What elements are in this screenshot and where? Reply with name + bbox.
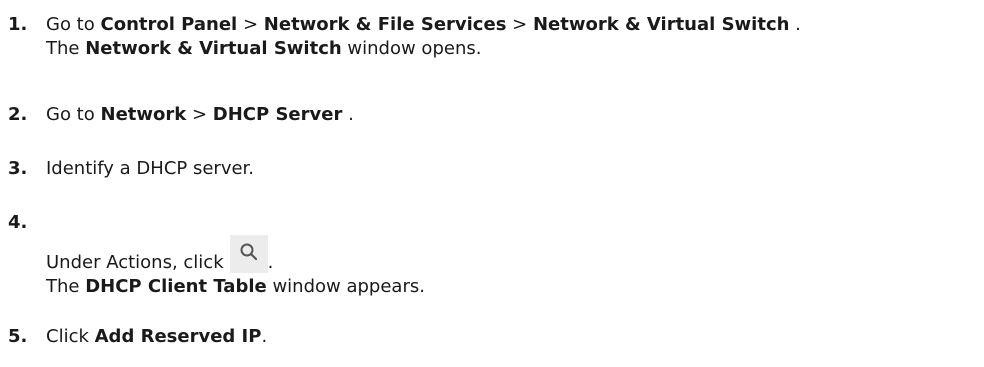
- step-5: 5. Click Add Reserved IP.: [8, 325, 980, 349]
- menu-path-network-virtual-switch: Network & Virtual Switch: [532, 14, 790, 35]
- step-4-instruction: Under Actions, click.: [46, 235, 980, 275]
- step-3: 3. Identify a DHCP server.: [8, 157, 980, 181]
- step-number: 5.: [8, 326, 28, 347]
- step-3-instruction: Identify a DHCP server.: [46, 158, 255, 179]
- menu-path-network: Network: [100, 104, 187, 125]
- window-name: DHCP Client Table: [85, 276, 267, 297]
- step-5-instruction: Click Add Reserved IP.: [46, 326, 268, 347]
- step-number: 4.: [8, 212, 28, 233]
- step-1-instruction: Go to Control Panel > Network & File Ser…: [46, 14, 801, 35]
- button-name-add-reserved-ip: Add Reserved IP: [94, 326, 262, 347]
- step-4-result: The DHCP Client Table window appears.: [46, 276, 425, 297]
- step-1: 1. Go to Control Panel > Network & File …: [8, 13, 980, 61]
- menu-path-dhcp-server: DHCP Server: [212, 104, 343, 125]
- menu-path-control-panel: Control Panel: [100, 14, 238, 35]
- window-name: Network & Virtual Switch: [85, 38, 342, 59]
- step-2: 2. Go to Network > DHCP Server .: [8, 103, 980, 127]
- step-number: 1.: [8, 14, 28, 35]
- step-1-result: The Network & Virtual Switch window open…: [46, 38, 482, 59]
- step-number: 3.: [8, 158, 28, 179]
- step-number: 2.: [8, 104, 28, 125]
- step-4: 4. Under Actions, click. The DHCP Client…: [8, 211, 980, 299]
- menu-path-network-file-services: Network & File Services: [263, 14, 507, 35]
- procedure-steps: 1. Go to Control Panel > Network & File …: [0, 0, 984, 367]
- search-icon: [229, 235, 268, 273]
- step-2-instruction: Go to Network > DHCP Server .: [46, 104, 354, 125]
